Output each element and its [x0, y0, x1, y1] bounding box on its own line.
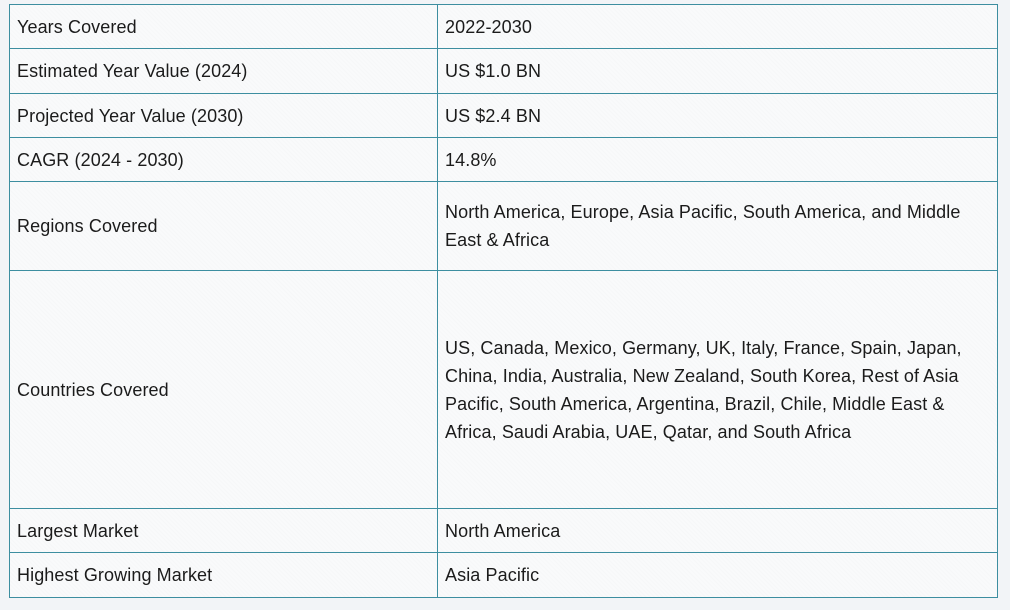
- row-label: CAGR (2024 - 2030): [9, 137, 438, 182]
- row-value: US $2.4 BN: [437, 93, 998, 138]
- row-label: Largest Market: [9, 508, 438, 553]
- table-row: CAGR (2024 - 2030) 14.8%: [9, 137, 998, 182]
- row-value: 14.8%: [437, 137, 998, 182]
- row-label: Regions Covered: [9, 181, 438, 271]
- row-value: 2022-2030: [437, 4, 998, 49]
- row-label: Estimated Year Value (2024): [9, 48, 438, 94]
- table-row: Projected Year Value (2030) US $2.4 BN: [9, 93, 998, 138]
- row-label: Years Covered: [9, 4, 438, 49]
- row-label: Projected Year Value (2030): [9, 93, 438, 138]
- table-row: Regions Covered North America, Europe, A…: [9, 181, 998, 271]
- report-scope-table: Years Covered 2022-2030 Estimated Year V…: [9, 4, 998, 598]
- row-value: North America: [437, 508, 998, 553]
- row-label: Highest Growing Market: [9, 552, 438, 598]
- row-value: Asia Pacific: [437, 552, 998, 598]
- row-value: US $1.0 BN: [437, 48, 998, 94]
- table-row: Countries Covered US, Canada, Mexico, Ge…: [9, 270, 998, 509]
- table-row: Years Covered 2022-2030: [9, 4, 998, 49]
- table-row: Estimated Year Value (2024) US $1.0 BN: [9, 48, 998, 94]
- table-row: Largest Market North America: [9, 508, 998, 553]
- row-label: Countries Covered: [9, 270, 438, 509]
- table-row: Highest Growing Market Asia Pacific: [9, 552, 998, 598]
- row-value: US, Canada, Mexico, Germany, UK, Italy, …: [437, 270, 998, 509]
- row-value: North America, Europe, Asia Pacific, Sou…: [437, 181, 998, 271]
